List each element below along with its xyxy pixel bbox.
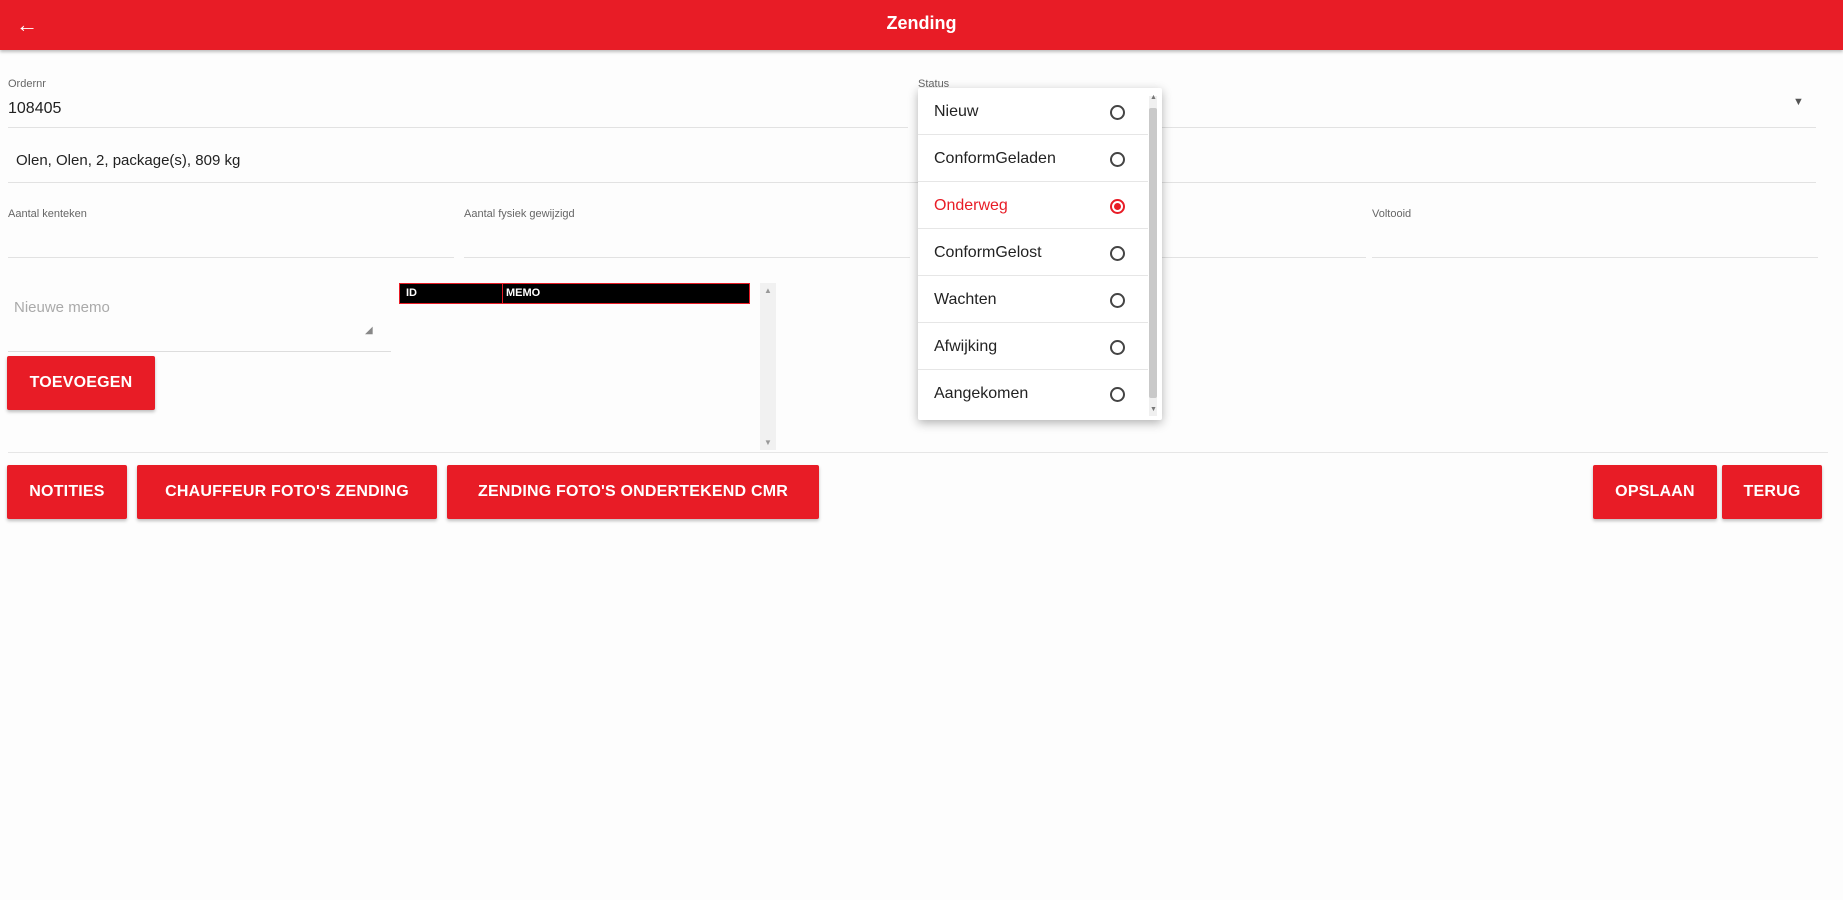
cmr-fotos-button[interactable]: ZENDING FOTO'S ONDERTEKEND CMR [447, 465, 819, 519]
status-option-label: Afwijking [934, 338, 998, 355]
status-option-afwijking[interactable]: Afwijking [918, 323, 1148, 370]
status-option-aangekomen[interactable]: Aangekomen [918, 370, 1148, 417]
section-divider [8, 452, 1828, 453]
memo-input[interactable] [8, 282, 391, 352]
page-title: Zending [886, 13, 957, 33]
app-root: ← Zending Ordernr 108405 Status ▼ Olen, … [0, 0, 1843, 900]
radio-icon[interactable] [1110, 387, 1125, 402]
notities-button[interactable]: NOTITIES [7, 465, 127, 519]
status-option-label: Wachten [934, 291, 997, 308]
aantal-gewijzigd-field[interactable] [464, 257, 910, 258]
radio-icon[interactable] [1110, 105, 1125, 120]
memo-placeholder: Nieuwe memo [14, 299, 110, 316]
memo-table-header: ID MEMO [399, 283, 750, 304]
dropdown-scroll-down-icon[interactable]: ▼ [1150, 406, 1157, 413]
status-option-label: ConformGeladen [934, 150, 1056, 167]
terug-button[interactable]: TERUG [1722, 465, 1822, 519]
status-option-label: Nieuw [934, 103, 979, 120]
toevoegen-button[interactable]: TOEVOEGEN [7, 356, 155, 410]
summary-underline [8, 182, 1816, 183]
opslaan-button[interactable]: OPSLAAN [1593, 465, 1717, 519]
status-option-label: Onderweg [934, 197, 1008, 214]
radio-icon[interactable] [1110, 340, 1125, 355]
radio-selected-icon[interactable] [1110, 199, 1125, 214]
voltooid-field[interactable] [1372, 257, 1818, 258]
voltooid-label: Voltooid [1372, 208, 1412, 220]
status-option-onderweg[interactable]: Onderweg [918, 182, 1148, 229]
ordernr-label: Ordernr [8, 78, 46, 90]
memo-col-divider [502, 284, 503, 303]
status-option-label: ConformGelost [934, 244, 1042, 261]
memo-col-memo: MEMO [506, 287, 541, 299]
aantal-gewijzigd-label: Aantal fysiek gewijzigd [464, 208, 575, 220]
shipment-summary: Olen, Olen, 2, package(s), 809 kg [16, 152, 241, 169]
scroll-up-icon[interactable]: ▲ [764, 286, 772, 295]
dropdown-scroll-thumb[interactable] [1149, 108, 1157, 398]
status-option-wachten[interactable]: Wachten [918, 276, 1148, 323]
ordernr-underline [8, 127, 908, 128]
chauffeur-fotos-button[interactable]: CHAUFFEUR FOTO'S ZENDING [137, 465, 437, 519]
radio-icon[interactable] [1110, 152, 1125, 167]
scroll-down-icon[interactable]: ▼ [764, 438, 772, 447]
resize-handle-icon[interactable]: ◢ [365, 325, 373, 336]
memo-col-id: ID [406, 287, 417, 299]
aantal-field[interactable] [8, 257, 454, 258]
radio-icon[interactable] [1110, 246, 1125, 261]
status-option-nieuw[interactable]: Nieuw [918, 88, 1148, 135]
status-dropdown-menu: Nieuw ConformGeladen Onderweg ConformGel… [918, 88, 1162, 420]
app-bar: ← Zending [0, 0, 1843, 50]
memo-table-scrollbar[interactable]: ▲ ▼ [760, 283, 776, 450]
status-dropdown-caret-icon[interactable]: ▼ [1793, 96, 1804, 108]
status-option-conformgelost[interactable]: ConformGelost [918, 229, 1148, 276]
aantal-label: Aantal kenteken [8, 208, 87, 220]
status-option-conformgeladen[interactable]: ConformGeladen [918, 135, 1148, 182]
ordernr-value[interactable]: 108405 [8, 100, 61, 118]
status-option-label: Aangekomen [934, 385, 1029, 402]
dropdown-scroll-up-icon[interactable]: ▲ [1150, 94, 1157, 101]
radio-icon[interactable] [1110, 293, 1125, 308]
